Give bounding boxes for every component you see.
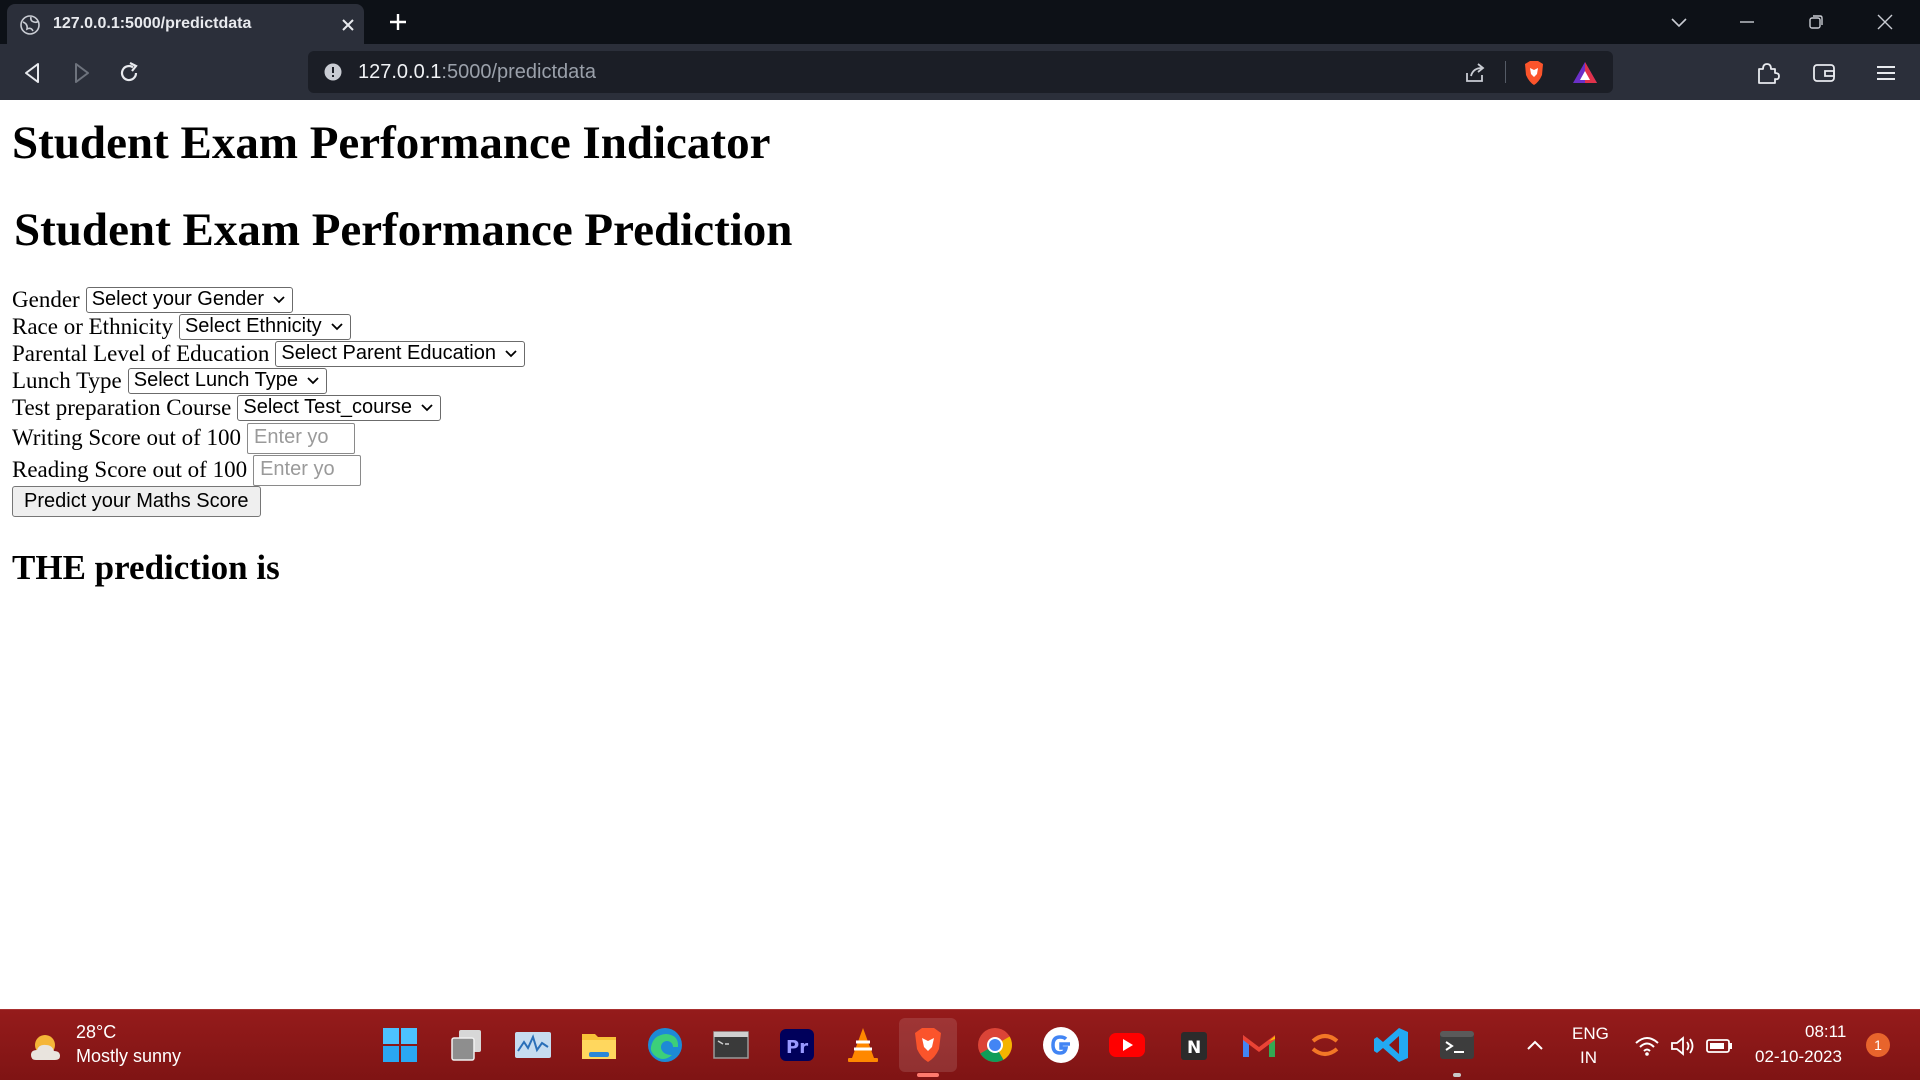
address-bar[interactable]: 127.0.0.1:5000/predictdata xyxy=(308,51,1613,93)
brave-taskbar-button[interactable] xyxy=(899,1018,957,1072)
terminal-window-icon[interactable] xyxy=(711,1025,751,1065)
jupyter-icon[interactable] xyxy=(1305,1025,1345,1065)
url-host: 127.0.0.1 xyxy=(358,61,442,83)
address-bar-divider xyxy=(1505,61,1506,83)
test-course-select-value: Select Test_course xyxy=(243,396,413,418)
ethnicity-select[interactable]: Select Ethnicity xyxy=(178,313,351,340)
lunch-label: Lunch Type xyxy=(12,367,122,393)
brave-icon xyxy=(915,1028,941,1062)
tab-search-chevron-icon[interactable] xyxy=(1667,10,1691,34)
chevron-down-icon xyxy=(331,322,343,330)
chevron-down-icon xyxy=(307,376,319,384)
ethnicity-select-value: Select Ethnicity xyxy=(184,315,322,337)
restore-icon[interactable] xyxy=(1804,10,1828,34)
notion-icon[interactable]: N xyxy=(1173,1025,1213,1065)
svg-text:Pr: Pr xyxy=(786,1037,808,1058)
gender-row: Gender Select your Gender xyxy=(12,286,294,313)
page-content: Student Exam Performance Indicator Stude… xyxy=(0,100,1920,1009)
gmail-icon[interactable] xyxy=(1239,1025,1279,1065)
page-title: Student Exam Performance Indicator xyxy=(12,117,771,169)
browser-toolbar: 127.0.0.1:5000/predictdata xyxy=(0,44,1920,100)
prediction-result: THE prediction is xyxy=(12,548,280,587)
url-text[interactable]: 127.0.0.1:5000/predictdata xyxy=(358,61,596,84)
writing-score-input[interactable]: Enter yo xyxy=(247,422,356,454)
minimize-icon[interactable] xyxy=(1735,10,1759,34)
test-course-label: Test preparation Course xyxy=(12,394,232,420)
test-course-select[interactable]: Select Test_course xyxy=(237,394,442,421)
vscode-icon[interactable] xyxy=(1371,1025,1411,1065)
browser-tab[interactable]: 127.0.0.1:5000/predictdata xyxy=(7,4,364,44)
ethnicity-row: Race or Ethnicity Select Ethnicity xyxy=(12,313,351,340)
reload-icon[interactable] xyxy=(116,60,142,86)
brave-rewards-icon[interactable] xyxy=(1572,60,1598,86)
writing-score-row: Writing Score out of 100 Enter yo xyxy=(12,422,356,454)
form-title: Student Exam Performance Prediction xyxy=(14,204,793,256)
terminal-running-indicator xyxy=(1453,1073,1461,1077)
close-tab-icon[interactable] xyxy=(337,14,359,36)
windows-terminal-icon[interactable] xyxy=(1437,1025,1477,1065)
chevron-down-icon xyxy=(505,349,517,357)
lunch-select-value: Select Lunch Type xyxy=(133,369,298,391)
back-icon[interactable] xyxy=(20,60,46,86)
battery-icon[interactable] xyxy=(1704,1032,1734,1060)
resource-monitor-icon[interactable] xyxy=(513,1025,553,1065)
start-icon[interactable] xyxy=(380,1025,420,1065)
test-course-row: Test preparation Course Select Test_cour… xyxy=(12,394,442,421)
file-explorer-icon[interactable] xyxy=(579,1025,619,1065)
input-region[interactable]: IN xyxy=(1580,1048,1597,1068)
share-icon[interactable] xyxy=(1463,61,1487,85)
ethnicity-label: Race or Ethnicity xyxy=(12,313,173,339)
edge-icon[interactable] xyxy=(645,1025,685,1065)
writing-score-label: Writing Score out of 100 xyxy=(12,425,242,450)
url-path: :5000/predictdata xyxy=(441,61,596,83)
gender-label: Gender xyxy=(12,286,80,312)
chrome-icon[interactable] xyxy=(975,1025,1015,1065)
parent-education-select[interactable]: Select Parent Education xyxy=(275,340,525,367)
gender-select[interactable]: Select your Gender xyxy=(85,286,294,313)
wifi-icon[interactable] xyxy=(1633,1032,1661,1060)
forward-icon[interactable] xyxy=(68,60,94,86)
tab-strip: 127.0.0.1:5000/predictdata xyxy=(0,0,1920,44)
close-window-icon[interactable] xyxy=(1873,10,1897,34)
clock-time[interactable]: 08:11 xyxy=(1805,1022,1846,1042)
brave-shields-icon[interactable] xyxy=(1521,59,1547,87)
predict-button[interactable]: Predict your Maths Score xyxy=(12,486,261,517)
brave-active-indicator xyxy=(917,1073,939,1077)
clock-date[interactable]: 02-10-2023 xyxy=(1755,1047,1842,1067)
task-view-icon[interactable] xyxy=(447,1025,487,1065)
reading-score-input[interactable]: Enter yo xyxy=(253,454,362,486)
chevron-down-icon xyxy=(421,403,433,411)
chevron-down-icon xyxy=(273,295,285,303)
google-icon[interactable] xyxy=(1041,1025,1081,1065)
tab-title: 127.0.0.1:5000/predictdata xyxy=(53,15,252,32)
premiere-pro-icon[interactable]: Pr xyxy=(777,1025,817,1065)
reading-score-row: Reading Score out of 100 Enter yo xyxy=(12,454,362,486)
weather-sun-cloud-icon[interactable] xyxy=(28,1030,66,1064)
vlc-icon[interactable] xyxy=(843,1025,883,1065)
reading-score-label: Reading Score out of 100 xyxy=(12,457,248,482)
chevron-up-icon[interactable] xyxy=(1522,1032,1548,1058)
extensions-icon[interactable] xyxy=(1753,59,1781,87)
parent-education-select-value: Select Parent Education xyxy=(281,342,496,364)
volume-icon[interactable] xyxy=(1668,1032,1696,1060)
wallet-icon[interactable] xyxy=(1810,59,1838,87)
weather-temperature[interactable]: 28°C xyxy=(76,1022,116,1043)
new-tab-icon[interactable] xyxy=(386,10,410,34)
lunch-row: Lunch Type Select Lunch Type xyxy=(12,367,327,394)
site-info-icon[interactable] xyxy=(324,63,342,81)
menu-icon[interactable] xyxy=(1872,59,1900,87)
lunch-select[interactable]: Select Lunch Type xyxy=(127,367,327,394)
svg-text:N: N xyxy=(1187,1038,1201,1058)
gender-select-value: Select your Gender xyxy=(91,288,265,310)
weather-description[interactable]: Mostly sunny xyxy=(76,1046,181,1067)
youtube-icon[interactable] xyxy=(1107,1025,1147,1065)
globe-icon xyxy=(20,15,40,35)
input-language[interactable]: ENG xyxy=(1572,1024,1609,1044)
parent-education-label: Parental Level of Education xyxy=(12,340,270,366)
windows-taskbar: 28°C Mostly sunny Pr N ENG IN 08:11 02-1… xyxy=(0,1009,1920,1080)
parent-education-row: Parental Level of Education Select Paren… xyxy=(12,340,525,367)
notification-badge[interactable]: 1 xyxy=(1866,1033,1890,1057)
